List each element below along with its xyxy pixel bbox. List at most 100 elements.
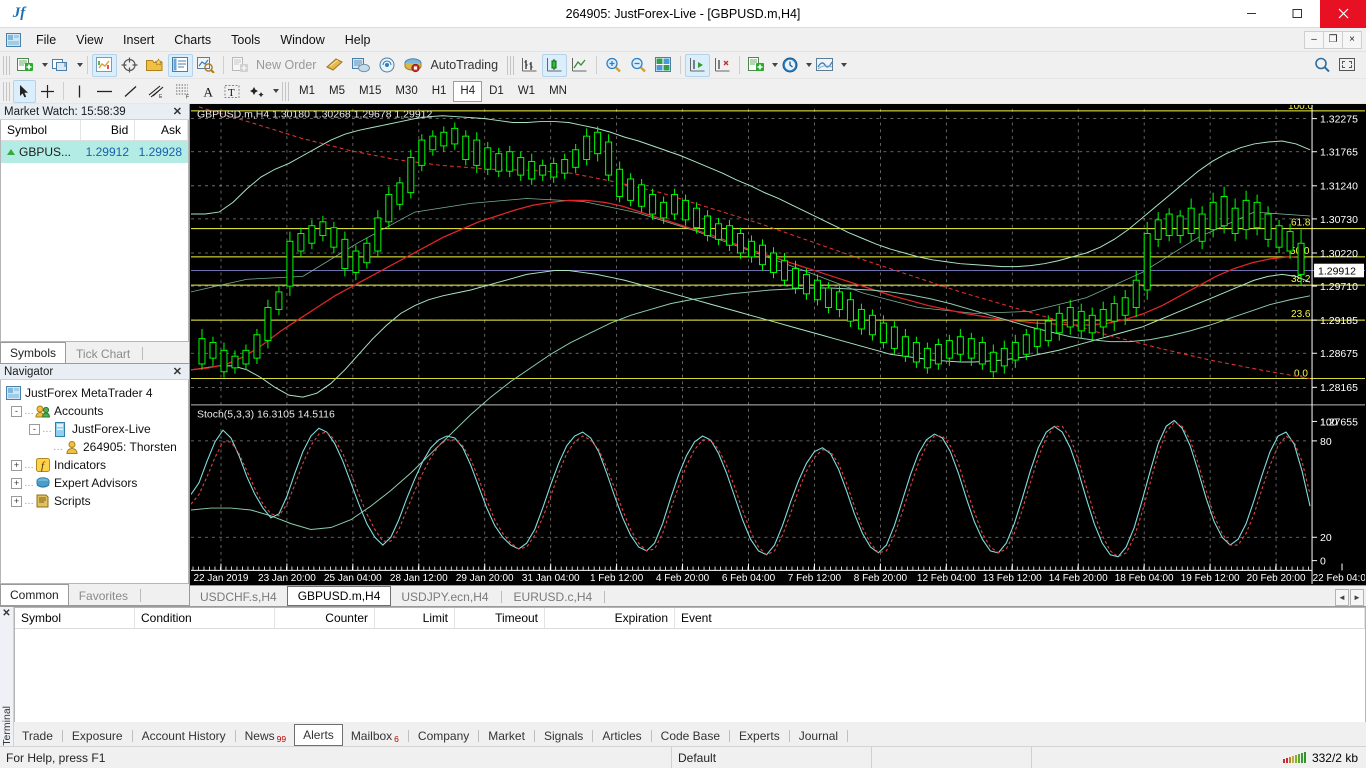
tree-node-expert-advisors[interactable]: + … Expert Advisors: [3, 474, 186, 492]
column-limit[interactable]: Limit: [375, 608, 455, 628]
timeframe-mn[interactable]: MN: [542, 81, 574, 102]
chart-shift-button[interactable]: [710, 54, 735, 77]
terminal-tab-account-history[interactable]: Account History: [134, 726, 234, 746]
terminal-tab-journal[interactable]: Journal: [791, 726, 846, 746]
timeframe-m15[interactable]: M15: [352, 81, 388, 102]
autotrading-label[interactable]: AutoTrading: [427, 58, 504, 72]
templates-dropdown-icon[interactable]: [841, 63, 848, 67]
terminal-tab-company[interactable]: Company: [410, 726, 477, 746]
toolbar-grip[interactable]: [507, 55, 515, 75]
line-chart-button[interactable]: [567, 54, 592, 77]
column-ask[interactable]: Ask: [135, 120, 188, 140]
timeframe-m5[interactable]: M5: [322, 81, 352, 102]
market-watch-button[interactable]: [92, 53, 117, 77]
timeframe-m1[interactable]: M1: [292, 81, 322, 102]
text-label-tool[interactable]: A: [197, 80, 220, 103]
crosshair-tool[interactable]: [36, 80, 59, 103]
column-symbol[interactable]: Symbol: [15, 608, 135, 628]
terminal-tab-alerts[interactable]: Alerts: [294, 724, 343, 746]
column-symbol[interactable]: Symbol: [1, 120, 81, 140]
terminal-tab-exposure[interactable]: Exposure: [64, 726, 131, 746]
search-icon[interactable]: [1310, 54, 1335, 77]
mdi-close-button[interactable]: ×: [1342, 30, 1362, 49]
terminal-tab-signals[interactable]: Signals: [536, 726, 591, 746]
autotrading-button[interactable]: [400, 54, 427, 77]
collapse-icon[interactable]: -: [11, 405, 22, 417]
menu-file[interactable]: File: [26, 30, 66, 50]
tab-tick-chart[interactable]: Tick Chart: [66, 344, 140, 363]
column-expiration[interactable]: Expiration: [545, 608, 675, 628]
vertical-line-tool[interactable]: [68, 80, 91, 103]
menu-insert[interactable]: Insert: [113, 30, 164, 50]
column-bid[interactable]: Bid: [81, 120, 136, 140]
terminal-button[interactable]: [168, 53, 193, 77]
menu-view[interactable]: View: [66, 30, 113, 50]
tree-node-terminal[interactable]: JustForex MetaTrader 4: [3, 384, 186, 402]
alerts-empty-body[interactable]: [15, 629, 1365, 722]
chart-tab-eurusd[interactable]: EURUSD.c,H4: [504, 588, 603, 606]
text-tool[interactable]: T: [220, 80, 245, 103]
chart-tab-scroll-left[interactable]: ◄: [1335, 589, 1349, 606]
market-watch-row[interactable]: GBPUS... 1.29912 1.29928: [1, 141, 188, 163]
toolbar-grip[interactable]: [3, 55, 10, 75]
profiles-dropdown-icon[interactable]: [77, 63, 83, 67]
periods-button[interactable]: [778, 54, 803, 77]
terminal-tab-news[interactable]: News 99: [237, 726, 294, 746]
new-order-label[interactable]: New Order: [253, 58, 322, 72]
market-watch-close-icon[interactable]: ✕: [170, 105, 185, 118]
tab-favorites[interactable]: Favorites: [69, 586, 138, 605]
metaeditor-button[interactable]: [322, 54, 348, 77]
tree-node-justforex-live[interactable]: - … JustForex-Live: [3, 420, 186, 438]
timeframe-m30[interactable]: M30: [388, 81, 424, 102]
terminal-tab-experts[interactable]: Experts: [731, 726, 788, 746]
data-window-button[interactable]: [117, 54, 142, 77]
terminal-tab-articles[interactable]: Articles: [594, 726, 649, 746]
terminal-tab-market[interactable]: Market: [480, 726, 533, 746]
tab-symbols[interactable]: Symbols: [0, 342, 67, 363]
mdi-minimize-button[interactable]: –: [1304, 30, 1324, 49]
cursor-tool[interactable]: [13, 79, 36, 103]
alerts-grid[interactable]: Symbol Condition Counter Limit Timeout E…: [14, 607, 1366, 722]
timeframe-d1[interactable]: D1: [482, 81, 511, 102]
strategy-tester-button[interactable]: [193, 54, 219, 77]
navigator-tree[interactable]: JustForex MetaTrader 4 - … Accounts - … …: [0, 380, 189, 584]
tree-node-scripts[interactable]: + … Scripts: [3, 492, 186, 510]
terminal-tab-mailbox[interactable]: Mailbox 6: [343, 726, 407, 746]
toolbar-grip[interactable]: [282, 81, 289, 101]
tree-node-indicators[interactable]: + … f Indicators: [3, 456, 186, 474]
chart-tab-usdjpy[interactable]: USDJPY.ecn,H4: [391, 588, 498, 606]
zoom-out-button[interactable]: [626, 54, 651, 77]
chart-tab-gbpusd[interactable]: GBPUSD.m,H4: [286, 586, 392, 606]
column-event[interactable]: Event: [675, 608, 1365, 628]
timeframe-w1[interactable]: W1: [511, 81, 542, 102]
column-counter[interactable]: Counter: [275, 608, 375, 628]
menu-help[interactable]: Help: [335, 30, 381, 50]
maximize-button[interactable]: [1274, 0, 1320, 28]
shapes-dropdown-icon[interactable]: [273, 89, 279, 93]
column-condition[interactable]: Condition: [135, 608, 275, 628]
zoom-in-button[interactable]: [601, 54, 626, 77]
bar-chart-button[interactable]: [517, 54, 542, 77]
navigator-button[interactable]: [142, 54, 168, 77]
toolbar-grip[interactable]: [3, 81, 10, 101]
new-chart-button[interactable]: [13, 54, 39, 77]
expand-icon[interactable]: +: [11, 459, 22, 471]
chart-tab-usdchf[interactable]: USDCHF.s,H4: [190, 588, 287, 606]
candlestick-chart-button[interactable]: [542, 53, 568, 77]
mdi-restore-button[interactable]: ❐: [1323, 30, 1343, 49]
menu-charts[interactable]: Charts: [164, 30, 221, 50]
fullscreen-icon[interactable]: [1335, 54, 1360, 77]
mql5-community-button[interactable]: [348, 54, 374, 77]
market-watch-empty-area[interactable]: [1, 163, 188, 341]
tree-node-account-264905[interactable]: … 264905: Thorsten: [3, 438, 186, 456]
profiles-button[interactable]: [48, 54, 74, 77]
templates-button[interactable]: [812, 54, 838, 77]
menu-window[interactable]: Window: [270, 30, 334, 50]
collapse-icon[interactable]: -: [29, 423, 40, 435]
equidistant-channel-tool[interactable]: E: [143, 80, 170, 103]
column-timeout[interactable]: Timeout: [455, 608, 545, 628]
timeframe-h4[interactable]: H4: [453, 80, 483, 102]
horizontal-line-tool[interactable]: [91, 80, 118, 103]
terminal-tab-code-base[interactable]: Code Base: [653, 726, 728, 746]
timeframe-h1[interactable]: H1: [425, 81, 454, 102]
